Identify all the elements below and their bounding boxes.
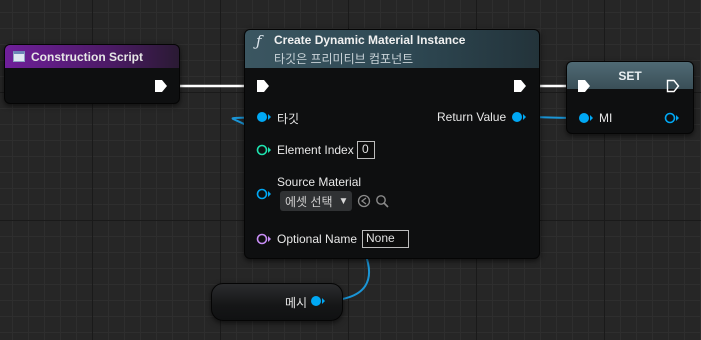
element-index-pin[interactable] xyxy=(256,144,272,156)
target-pin[interactable] xyxy=(256,111,272,123)
browse-icon[interactable] xyxy=(375,194,389,208)
optional-name-pin[interactable] xyxy=(256,233,272,245)
mesh-getter-label: 메시 xyxy=(285,296,308,310)
mesh-out-pin[interactable] xyxy=(310,295,326,307)
construction-exec-out-pin[interactable] xyxy=(154,79,168,93)
create-dmi-subtitle: 타깃은 프리미티브 컴포넌트 xyxy=(274,52,414,66)
set-mi-out-pin[interactable] xyxy=(664,112,680,124)
set-title: SET xyxy=(618,68,642,83)
source-material-pin[interactable] xyxy=(256,188,272,200)
set-exec-out-pin[interactable] xyxy=(666,79,680,93)
optional-name-label: Optional Name xyxy=(277,232,358,246)
use-selected-icon[interactable] xyxy=(357,194,371,208)
create-dmi-title: Create Dynamic Material Instance xyxy=(274,33,466,47)
element-index-input[interactable]: 0 xyxy=(357,141,375,159)
construction-script-node[interactable]: Construction Script xyxy=(4,44,180,104)
create-dmi-exec-out-pin[interactable] xyxy=(513,79,527,93)
return-value-label: Return Value xyxy=(437,110,507,124)
source-material-value: 에셋 선택 xyxy=(285,194,333,209)
create-dmi-header[interactable]: ƒ Create Dynamic Material Instance 타깃은 프… xyxy=(245,30,539,68)
target-pin-label: 타깃 xyxy=(277,112,300,126)
set-exec-in-pin[interactable] xyxy=(577,79,591,93)
return-value-pin[interactable] xyxy=(511,111,527,123)
set-mi-in-pin[interactable] xyxy=(578,112,594,124)
element-index-label: Element Index xyxy=(277,143,354,157)
event-icon xyxy=(13,51,25,62)
function-icon: ƒ xyxy=(256,32,262,50)
optional-name-input[interactable]: None xyxy=(362,230,409,248)
set-mi-label: MI xyxy=(599,111,613,125)
source-material-label: Source Material xyxy=(277,175,362,189)
construction-script-header[interactable]: Construction Script xyxy=(5,45,179,68)
chevron-down-icon: ▼ xyxy=(338,195,349,207)
construction-script-title: Construction Script xyxy=(31,49,144,64)
create-dmi-exec-in-pin[interactable] xyxy=(256,79,270,93)
source-material-asset-combo[interactable]: 에셋 선택 ▼ xyxy=(280,191,352,211)
